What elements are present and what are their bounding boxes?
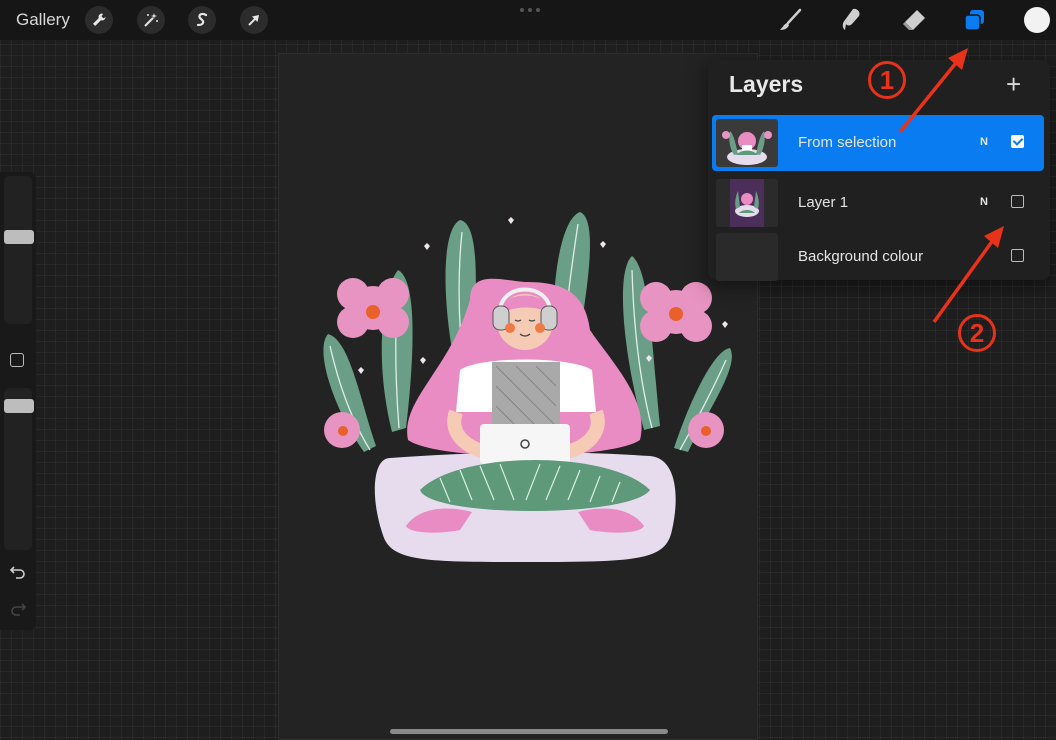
brush-size-thumb[interactable] bbox=[4, 230, 34, 244]
brush-icon[interactable] bbox=[776, 6, 804, 34]
left-sidebar bbox=[0, 172, 36, 630]
layer-name: Layer 1 bbox=[798, 194, 849, 211]
transform-arrow-icon[interactable] bbox=[240, 6, 268, 34]
redo-icon[interactable] bbox=[9, 599, 27, 617]
layer-row-from-selection[interactable]: From selection N bbox=[712, 115, 1044, 171]
gallery-button[interactable]: Gallery bbox=[16, 10, 70, 30]
layer-visibility-checkbox[interactable] bbox=[1011, 195, 1024, 208]
eraser-icon[interactable] bbox=[900, 6, 928, 34]
undo-icon[interactable] bbox=[9, 562, 27, 580]
layer-thumbnail bbox=[716, 179, 778, 227]
layer-visibility-checkbox[interactable] bbox=[1011, 249, 1024, 262]
blend-mode-button[interactable]: N bbox=[980, 196, 988, 208]
layers-title: Layers bbox=[729, 71, 804, 97]
annotation-marker-1: 1 bbox=[868, 61, 906, 99]
layer-thumbnail bbox=[716, 119, 778, 167]
canvas-artwork-illustration bbox=[323, 212, 732, 562]
selection-s-icon[interactable] bbox=[188, 6, 216, 34]
add-layer-button[interactable]: + bbox=[1006, 71, 1021, 97]
layer-name: Background colour bbox=[798, 248, 924, 265]
layer-name: From selection bbox=[798, 134, 897, 151]
window-grabber[interactable] bbox=[520, 8, 540, 12]
smudge-icon[interactable] bbox=[838, 6, 866, 34]
brush-size-slider[interactable] bbox=[4, 176, 32, 324]
home-indicator[interactable] bbox=[390, 729, 668, 734]
layer-visibility-checkbox[interactable] bbox=[1011, 135, 1024, 148]
color-swatch[interactable] bbox=[1024, 7, 1050, 33]
layer-thumbnail bbox=[716, 233, 778, 281]
top-toolbar: Gallery bbox=[0, 0, 1056, 40]
opacity-thumb[interactable] bbox=[4, 399, 34, 413]
adjustments-magic-wand-icon[interactable] bbox=[137, 6, 165, 34]
layer-row-background-colour[interactable]: Background colour bbox=[712, 229, 1044, 285]
layers-icon[interactable] bbox=[961, 6, 989, 34]
actions-wrench-icon[interactable] bbox=[85, 6, 113, 34]
blend-mode-button[interactable]: N bbox=[980, 136, 988, 148]
annotation-marker-2: 2 bbox=[958, 314, 996, 352]
layer-row-layer-1[interactable]: Layer 1 N bbox=[712, 175, 1044, 231]
modify-button[interactable] bbox=[10, 353, 24, 367]
